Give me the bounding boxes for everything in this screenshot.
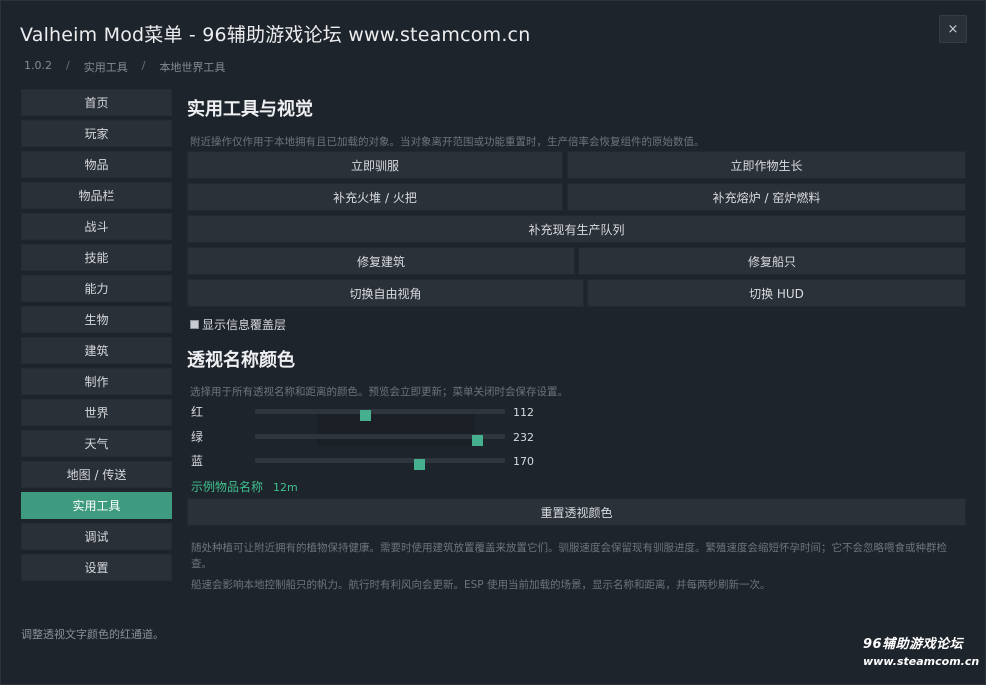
- blue-slider-row: 蓝 170: [191, 452, 661, 472]
- breadcrumb: 1.0.2 / 实用工具 / 本地世界工具: [24, 59, 225, 75]
- sidebar: 首页 玩家 物品 物品栏 战斗 技能 能力 生物 建筑 制作 世界 天气 地图 …: [21, 89, 172, 585]
- sidebar-item-crafting[interactable]: 制作: [21, 368, 172, 395]
- red-slider[interactable]: [255, 409, 505, 421]
- sample-item-name: 示例物品名称: [191, 480, 264, 494]
- red-value: 112: [513, 406, 534, 419]
- sidebar-item-combat[interactable]: 战斗: [21, 213, 172, 240]
- breadcrumb-utilities[interactable]: 实用工具: [84, 59, 128, 75]
- green-slider-handle[interactable]: [472, 435, 483, 446]
- sidebar-item-world[interactable]: 世界: [21, 399, 172, 426]
- tools-heading: 实用工具与视觉: [187, 99, 313, 120]
- overlay-checkbox-row[interactable]: 显示信息覆盖层: [190, 316, 286, 333]
- toggle-hud-button[interactable]: 切换 HUD: [587, 279, 966, 307]
- refill-queue-button[interactable]: 补充现有生产队列: [187, 215, 966, 243]
- breadcrumb-local-world-tools: 本地世界工具: [159, 61, 226, 74]
- esp-heading: 透视名称颜色: [187, 350, 295, 371]
- red-label: 红: [191, 405, 204, 419]
- blue-slider-handle[interactable]: [414, 459, 425, 470]
- sidebar-item-map-teleport[interactable]: 地图 / 传送: [21, 461, 172, 488]
- breadcrumb-separator: /: [141, 59, 146, 72]
- sidebar-item-creatures[interactable]: 生物: [21, 306, 172, 333]
- blue-slider[interactable]: [255, 458, 505, 470]
- sidebar-item-building[interactable]: 建筑: [21, 337, 172, 364]
- refuel-fire-button[interactable]: 补充火堆 / 火把: [187, 183, 563, 211]
- watermark-logo: 96辅助游戏论坛 www.steamcom.cn: [863, 633, 979, 668]
- red-slider-row: 红 112: [191, 403, 661, 423]
- overlay-checkbox-label: 显示信息覆盖层: [202, 318, 287, 332]
- esp-note-planting: 随处种植可让附近拥有的植物保持健康。需要时使用建筑放置覆盖来放置它们。驯服速度会…: [191, 542, 947, 570]
- close-button[interactable]: ×: [939, 15, 967, 43]
- refuel-smelter-button[interactable]: 补充熔炉 / 窑炉燃料: [567, 183, 966, 211]
- green-value: 232: [513, 431, 534, 444]
- esp-description: 选择用于所有透视名称和距离的颜色。预览会立即更新；菜单关闭时会保存设置。: [190, 386, 568, 398]
- blue-label: 蓝: [191, 454, 204, 468]
- reset-esp-color-button[interactable]: 重置透视颜色: [187, 498, 966, 526]
- sidebar-item-skills[interactable]: 技能: [21, 244, 172, 271]
- sidebar-item-settings[interactable]: 设置: [21, 554, 172, 581]
- sample-distance: 12m: [273, 481, 298, 494]
- watermark-line1: 96辅助游戏论坛: [863, 637, 964, 652]
- esp-sample-preview: 示例物品名称 12m: [191, 478, 298, 495]
- watermark-line2: www.steamcom.cn: [863, 655, 980, 668]
- sidebar-item-debug[interactable]: 调试: [21, 523, 172, 550]
- esp-note-ship: 船速会影响本地控制船只的帆力。航行时有利风向会更新。ESP 使用当前加载的场景，…: [191, 579, 771, 591]
- repair-buildings-button[interactable]: 修复建筑: [187, 247, 575, 275]
- sidebar-item-abilities[interactable]: 能力: [21, 275, 172, 302]
- toggle-freecam-button[interactable]: 切换自由视角: [187, 279, 584, 307]
- sidebar-item-home[interactable]: 首页: [21, 89, 172, 116]
- green-slider-row: 绿 232: [191, 428, 661, 448]
- green-slider[interactable]: [255, 434, 505, 446]
- sidebar-item-inventory[interactable]: 物品栏: [21, 182, 172, 209]
- status-bar-text: 调整透视文字颜色的红通道。: [21, 628, 164, 641]
- mod-menu-window: Valheim Mod菜单 - 96辅助游戏论坛 www.steamcom.cn…: [0, 0, 986, 685]
- tools-description: 附近操作仅作用于本地拥有且已加载的对象。当对象离开范围或功能重置时，生产倍率会恢…: [190, 136, 705, 148]
- green-label: 绿: [191, 430, 204, 444]
- window-title: Valheim Mod菜单 - 96辅助游戏论坛 www.steamcom.cn: [20, 24, 531, 46]
- sidebar-item-items[interactable]: 物品: [21, 151, 172, 178]
- grow-crops-button[interactable]: 立即作物生长: [567, 151, 966, 179]
- breadcrumb-version[interactable]: 1.0.2: [24, 59, 52, 75]
- repair-ships-button[interactable]: 修复船只: [578, 247, 966, 275]
- sidebar-item-utilities[interactable]: 实用工具: [21, 492, 172, 519]
- breadcrumb-separator: /: [66, 59, 70, 72]
- tame-now-button[interactable]: 立即驯服: [187, 151, 563, 179]
- blue-value: 170: [513, 455, 534, 468]
- red-slider-handle[interactable]: [360, 410, 371, 421]
- sidebar-item-player[interactable]: 玩家: [21, 120, 172, 147]
- sidebar-item-weather[interactable]: 天气: [21, 430, 172, 457]
- overlay-checkbox[interactable]: [190, 320, 199, 329]
